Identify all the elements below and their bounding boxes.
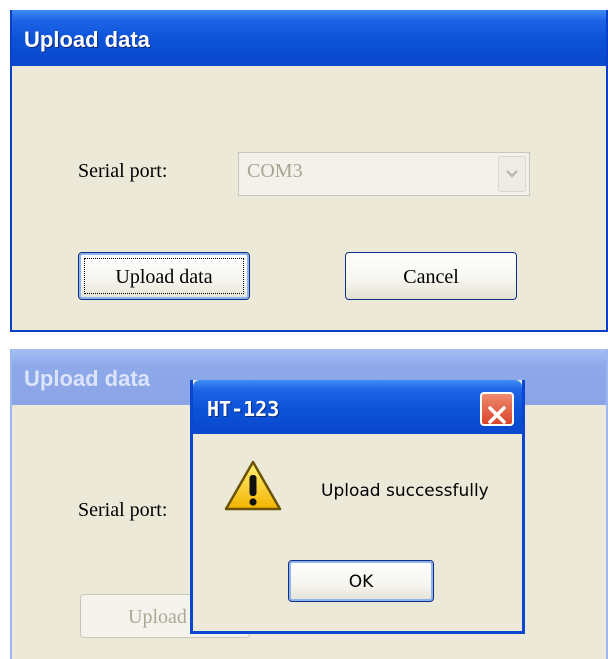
ok-button-label: OK (348, 572, 374, 592)
serial-port-label: Serial port: (78, 499, 168, 521)
ok-button[interactable]: OK (288, 560, 434, 602)
message-box-title-bar[interactable]: HT-123 (193, 380, 522, 434)
message-text: Upload successfully (321, 481, 489, 501)
warning-icon (224, 460, 282, 511)
upload-data-window: Upload data Serial port: COM3 Upload dat… (10, 10, 608, 332)
serial-port-select[interactable]: COM3 (238, 152, 530, 196)
window-title-bar[interactable]: Upload data (12, 10, 606, 66)
chevron-down-icon[interactable] (498, 156, 526, 192)
serial-port-value: COM3 (247, 160, 303, 182)
cancel-button[interactable]: Cancel (345, 252, 517, 300)
window-title: Upload data (24, 366, 150, 391)
cancel-button-label: Cancel (403, 266, 459, 288)
serial-port-label: Serial port: (78, 160, 168, 182)
message-box-title: HT-123 (207, 397, 280, 421)
upload-data-button[interactable]: Upload data (78, 252, 250, 300)
window-title: Upload data (24, 27, 150, 52)
close-button[interactable] (480, 392, 514, 426)
message-box: HT-123 Upload successfully OK (190, 380, 525, 634)
close-icon (488, 406, 506, 424)
